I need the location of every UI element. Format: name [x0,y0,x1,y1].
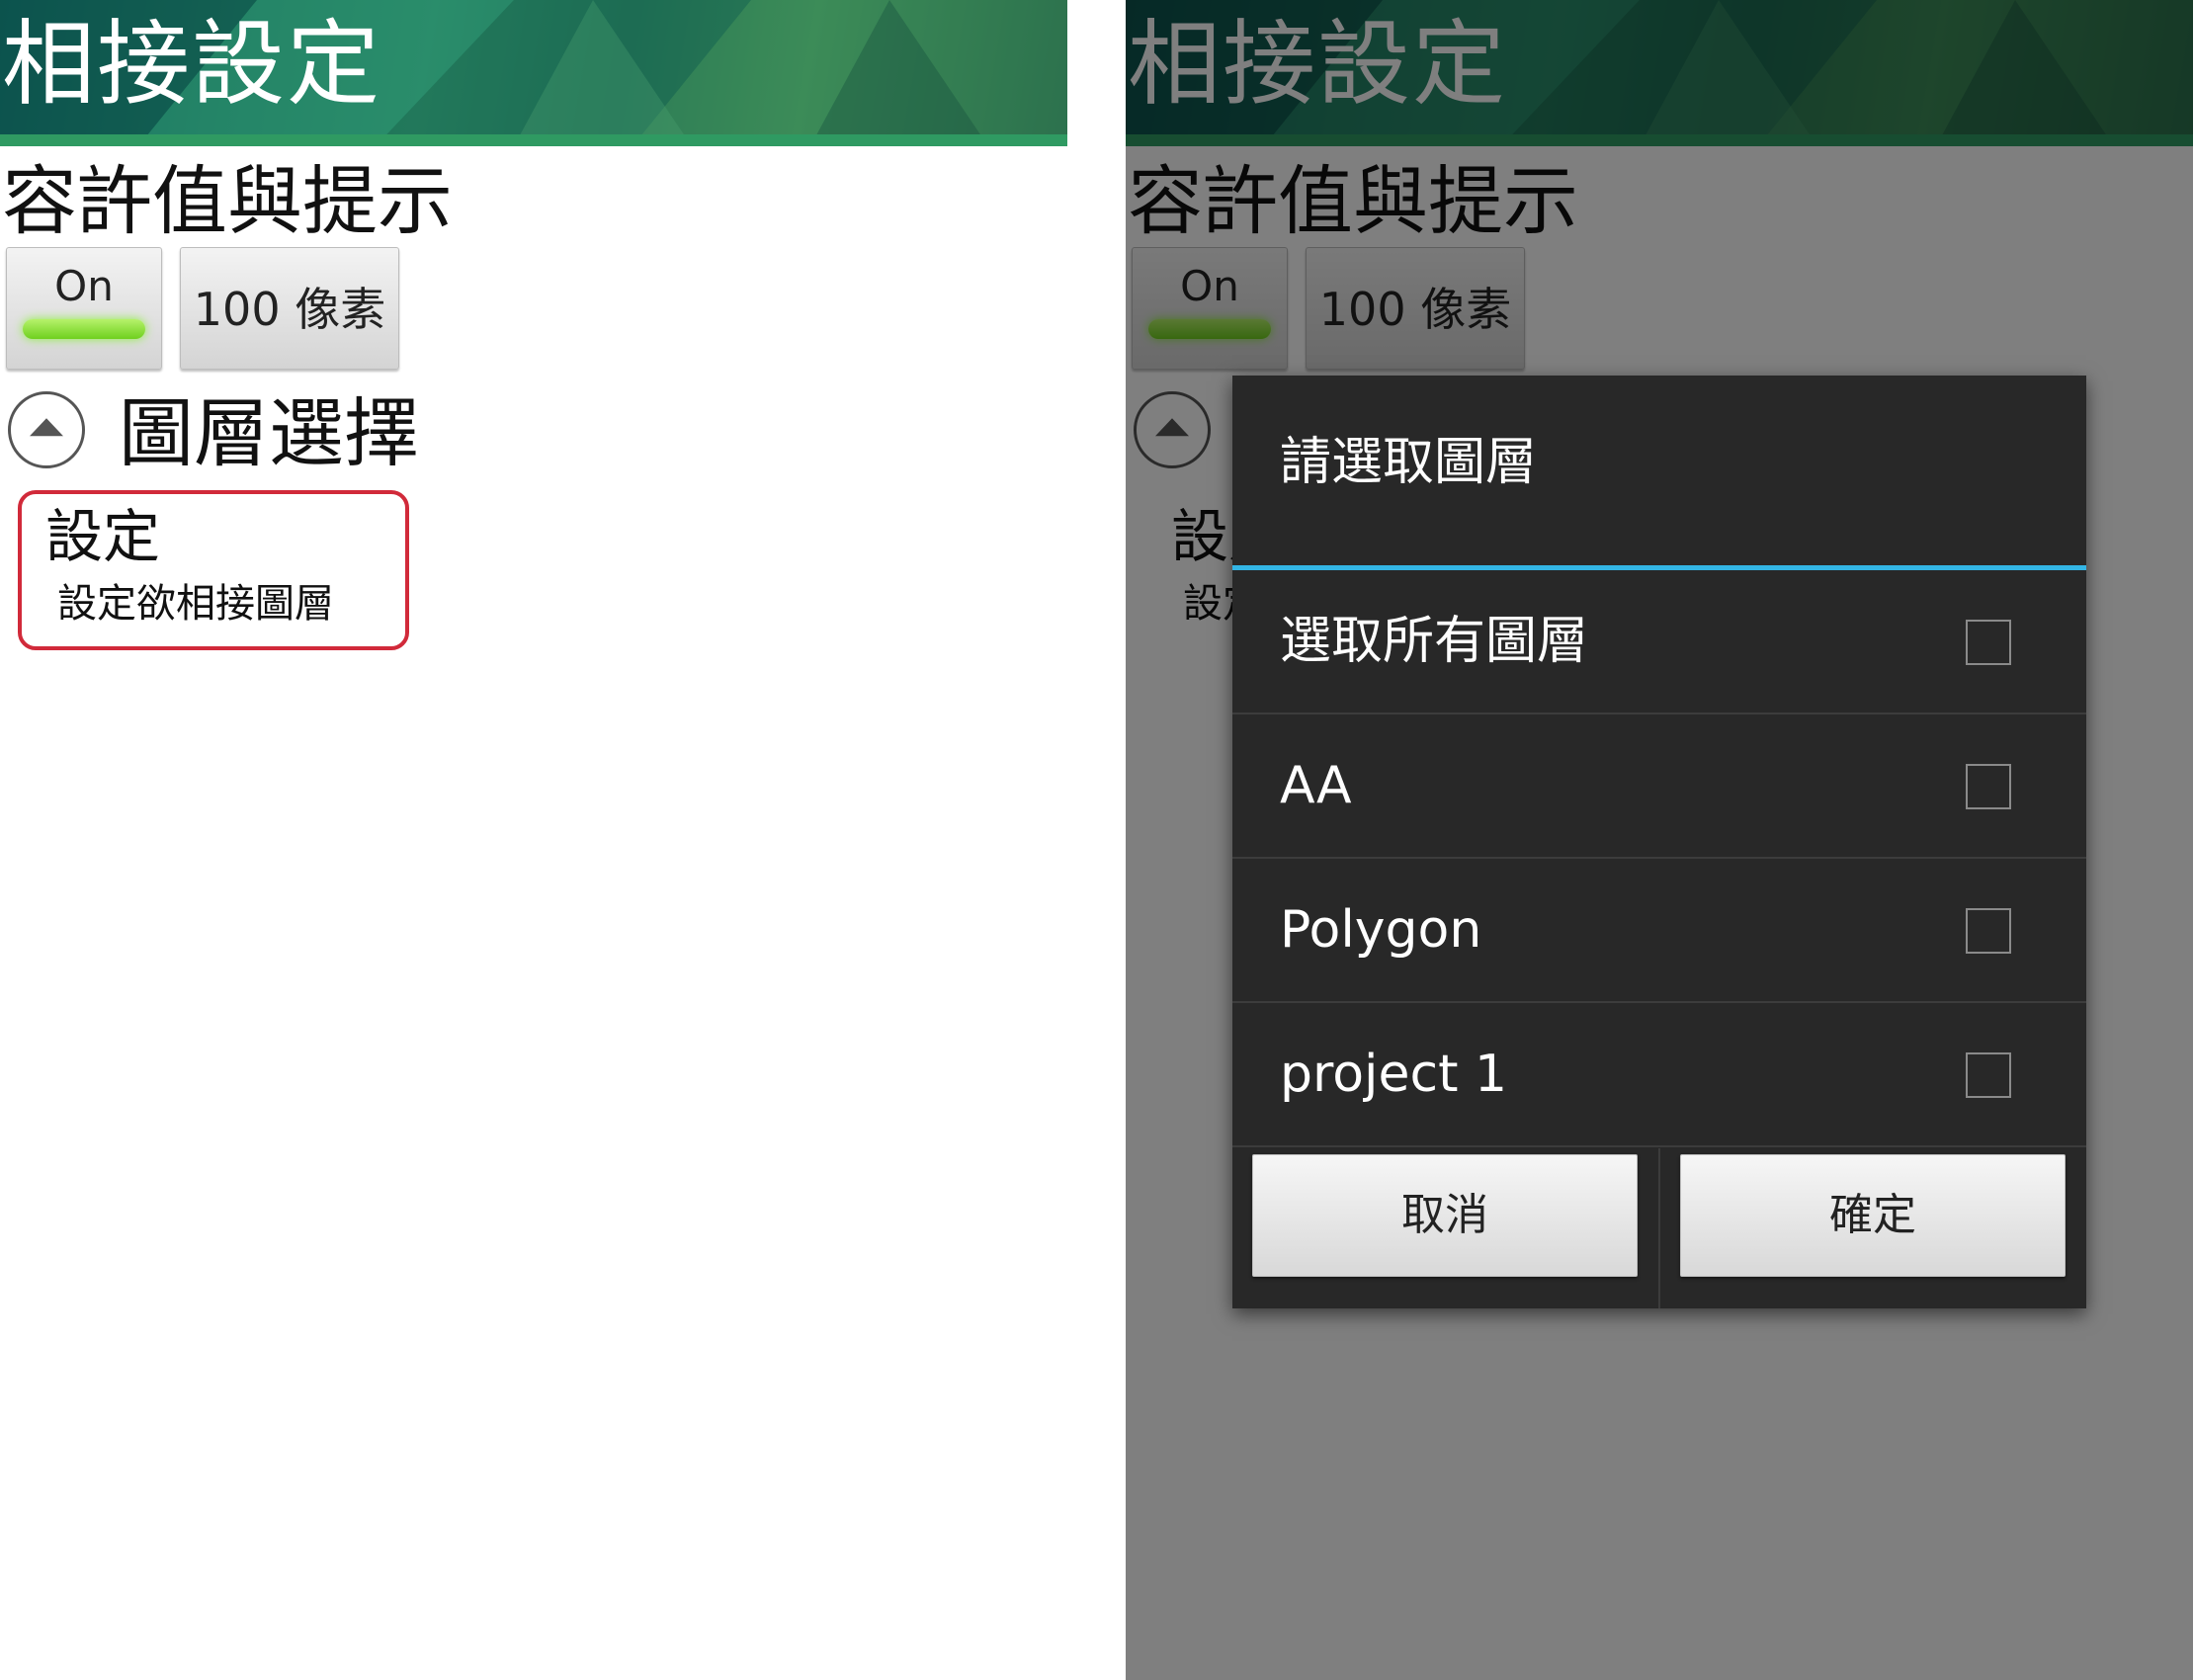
dialog-list-item-select-all[interactable]: 選取所有圖層 [1232,570,2086,714]
setting-item-title: 設定 [45,503,161,570]
setting-item-subtitle: 設定欲相接圖層 [57,581,334,627]
layer-selection-title: 圖層選擇 [119,389,419,477]
toggle-on-indicator [23,319,145,339]
select-all-checkbox[interactable] [1966,620,2011,665]
list-item-label: Polygon [1280,900,1482,960]
header-bar: 相接設定 [0,0,1067,146]
list-item-label: AA [1280,756,1352,815]
tolerance-section-title: 容許值與提示 [2,157,453,245]
button-separator [1658,1148,1660,1308]
layer-polygon-checkbox[interactable] [1966,908,2011,954]
snap-toggle-button[interactable]: On [6,247,162,370]
cancel-button[interactable]: 取消 [1252,1154,1638,1277]
dialog-list-item-project-1[interactable]: project 1 [1232,1003,2086,1147]
snap-settings-screen-with-dialog: 相接設定 容許值與提示 On 100 像素 圖層選擇 設定 設定欲相接圖層 請選… [1126,0,2193,1680]
toggle-label: On [54,262,114,310]
layer-aa-checkbox[interactable] [1966,764,2011,809]
dialog-list-item-aa[interactable]: AA [1232,714,2086,859]
layer-select-dialog: 請選取圖層 選取所有圖層 AA Polygon project 1 取消 確定 [1232,376,2086,1308]
dialog-list-item-polygon[interactable]: Polygon [1232,859,2086,1003]
dialog-button-bar: 取消 確定 [1232,1148,2086,1308]
list-item-label: project 1 [1280,1045,1508,1104]
snap-settings-screen: 相接設定 容許值與提示 On 100 像素 圖層選擇 設定 設定欲相接圖層 [0,0,1067,1680]
list-item-label: 選取所有圖層 [1280,612,1589,671]
collapse-up-icon[interactable] [8,391,85,468]
layer-project-1-checkbox[interactable] [1966,1052,2011,1098]
confirm-button[interactable]: 確定 [1680,1154,2066,1277]
layer-setting-item[interactable]: 設定 設定欲相接圖層 [18,490,409,650]
tolerance-pixels-button[interactable]: 100 像素 [180,247,399,370]
dialog-title: 請選取圖層 [1280,433,1538,492]
header-title: 相接設定 [2,11,382,119]
